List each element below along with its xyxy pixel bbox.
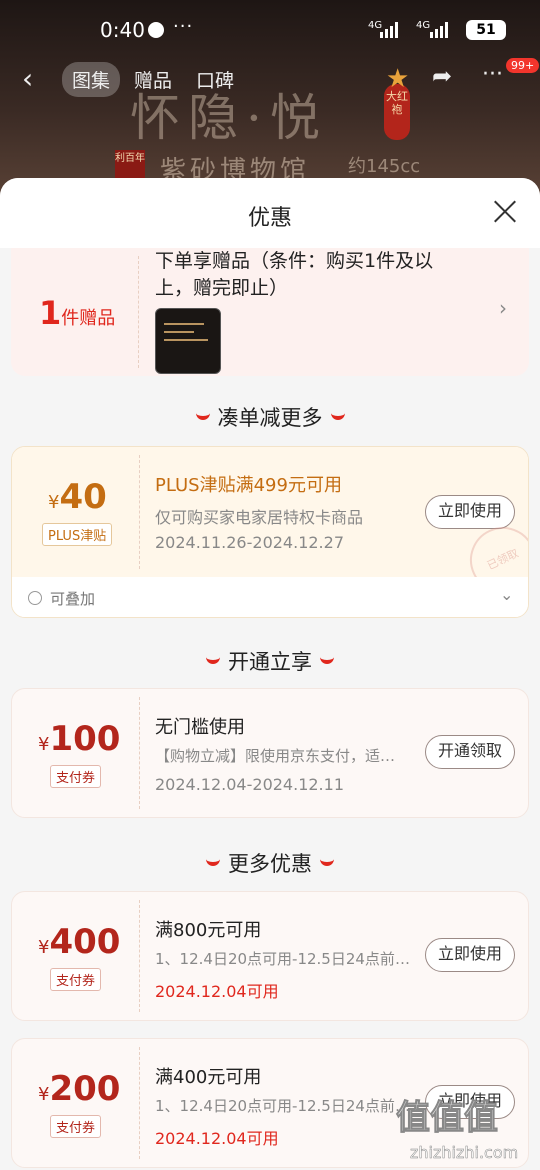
section-title-activate: 开通立享 <box>0 646 540 676</box>
use-now-button[interactable]: 立即使用 <box>425 495 516 529</box>
plus-coupon-sub: 仅可购买家电家居特权卡商品 <box>155 508 364 527</box>
more-icon[interactable]: ··· <box>482 62 503 87</box>
smile-icon <box>320 858 334 866</box>
currency-symbol: ¥ <box>38 937 50 958</box>
smile-icon <box>206 656 220 664</box>
plus-amount: ¥40 <box>48 477 107 517</box>
plus-coupon-card: ¥40 PLUS津贴 PLUS津贴满499元可用 仅可购买家电家居特权卡商品 2… <box>11 446 529 618</box>
status-bar: 0:40 ··· 4G 4G 51 <box>0 0 540 60</box>
chevron-right-icon[interactable]: › <box>499 296 507 320</box>
status-dots: ··· <box>173 16 194 37</box>
plus-coupon-date: 2024.11.26-2024.12.27 <box>155 533 344 552</box>
use-now-button[interactable]: 立即使用 <box>425 938 516 972</box>
signal-icon <box>380 22 398 38</box>
smile-icon <box>206 858 220 866</box>
watermark-logo: 值值值 <box>396 1098 499 1139</box>
activate-claim-button[interactable]: 开通领取 <box>425 735 516 769</box>
coupon-card: ¥400 支付券 满800元可用 1、12.4日20点可用-12.5日24点前使… <box>11 891 529 1021</box>
top-nav: ‹ 图集 赠品 口碑 ★ ➦ ··· 99+ <box>0 58 540 100</box>
gift-card[interactable]: 1件赠品 下单享赠品（条件：购买1件及以上，赠完即止） › <box>11 248 529 376</box>
stack-icon <box>28 591 42 605</box>
coupon-title: 满800元可用 <box>155 920 262 941</box>
section-title-cross-store: 凑单减更多 <box>0 402 540 432</box>
sheet-header: 优惠 <box>0 178 540 248</box>
coupon-card: ¥100 支付券 无门槛使用 【购物立减】限使用京东支付，适用指定商品 2024… <box>11 688 529 818</box>
currency-symbol: ¥ <box>38 734 50 755</box>
signal-icon-2 <box>430 22 448 38</box>
gift-quantity: 1件赠品 <box>39 294 115 332</box>
gift-qty-number: 1 <box>39 294 62 332</box>
card-divider <box>139 900 140 1012</box>
tab-gifts[interactable]: 赠品 <box>134 66 172 93</box>
coupon-sub: 【购物立减】限使用京东支付，适用指定商品 <box>155 747 410 765</box>
plus-coupon-footer[interactable]: 可叠加 ⌄ <box>12 577 528 617</box>
tab-gallery[interactable]: 图集 <box>62 62 121 97</box>
coupon-amount: ¥400 <box>38 922 120 962</box>
amount-value: 40 <box>59 477 107 517</box>
share-icon[interactable]: ➦ <box>432 62 452 90</box>
qq-icon <box>148 22 164 38</box>
section-label: 凑单减更多 <box>217 406 323 430</box>
plus-coupon-title: PLUS津贴满499元可用 <box>155 475 342 496</box>
favorite-icon[interactable]: ★ <box>386 64 409 94</box>
coupon-date: 2024.12.04可用 <box>155 982 279 1001</box>
brand-volume: 约145cc <box>348 156 421 177</box>
coupon-sub: 1、12.4日20点可用-12.5日24点前使用 <box>155 950 410 968</box>
amount-value: 100 <box>49 719 121 759</box>
coupon-tag: 支付券 <box>50 765 102 788</box>
gift-description: 下单享赠品（条件：购买1件及以上，赠完即止） <box>155 250 434 299</box>
amount-value: 200 <box>49 1069 121 1109</box>
close-icon[interactable] <box>494 200 516 222</box>
tab-reviews[interactable]: 口碑 <box>196 66 234 93</box>
card-divider <box>138 256 139 368</box>
currency-symbol: ¥ <box>38 1084 50 1105</box>
chevron-down-icon[interactable]: ⌄ <box>500 585 513 604</box>
coupon-sub: 1、12.4日20点可用-12.5日24点前使用 <box>155 1097 410 1115</box>
stackable-label: 可叠加 <box>50 590 96 608</box>
coupon-tag: 支付券 <box>50 968 102 991</box>
currency-symbol: ¥ <box>48 492 60 513</box>
coupon-date: 2024.12.04可用 <box>155 1129 279 1148</box>
card-divider <box>139 1047 140 1159</box>
coupon-title: 满400元可用 <box>155 1067 262 1088</box>
discount-sheet: 优惠 1件赠品 下单享赠品（条件：购买1件及以上，赠完即止） › 凑单减更多 ¥… <box>0 178 540 1170</box>
card-divider <box>139 697 140 809</box>
coupon-date: 2024.12.04-2024.12.11 <box>155 775 344 794</box>
smile-icon <box>195 412 210 420</box>
section-label: 开通立享 <box>228 650 312 674</box>
notification-badge: 99+ <box>506 58 540 73</box>
smile-icon <box>320 656 334 664</box>
coupon-amount: ¥200 <box>38 1069 120 1109</box>
plus-tag: PLUS津贴 <box>42 523 113 546</box>
amount-value: 400 <box>49 922 121 962</box>
smile-icon <box>330 412 345 420</box>
back-icon[interactable]: ‹ <box>22 62 33 95</box>
gift-qty-unit: 件赠品 <box>61 308 116 329</box>
signal-label-2: 4G <box>416 20 431 31</box>
plus-coupon-body: ¥40 PLUS津贴 PLUS津贴满499元可用 仅可购买家电家居特权卡商品 2… <box>12 447 528 604</box>
coupon-tag: 支付券 <box>50 1115 102 1138</box>
gift-thumbnail[interactable] <box>155 308 221 374</box>
watermark-url: zhizhizhi.com <box>410 1143 519 1163</box>
card-divider <box>139 455 140 569</box>
coupon-amount: ¥100 <box>38 719 120 759</box>
sheet-title: 优惠 <box>247 206 292 231</box>
battery-icon: 51 <box>466 20 506 40</box>
section-label: 更多优惠 <box>228 852 312 876</box>
section-title-more: 更多优惠 <box>0 848 540 878</box>
status-time: 0:40 <box>100 18 145 42</box>
coupon-title: 无门槛使用 <box>155 717 245 738</box>
